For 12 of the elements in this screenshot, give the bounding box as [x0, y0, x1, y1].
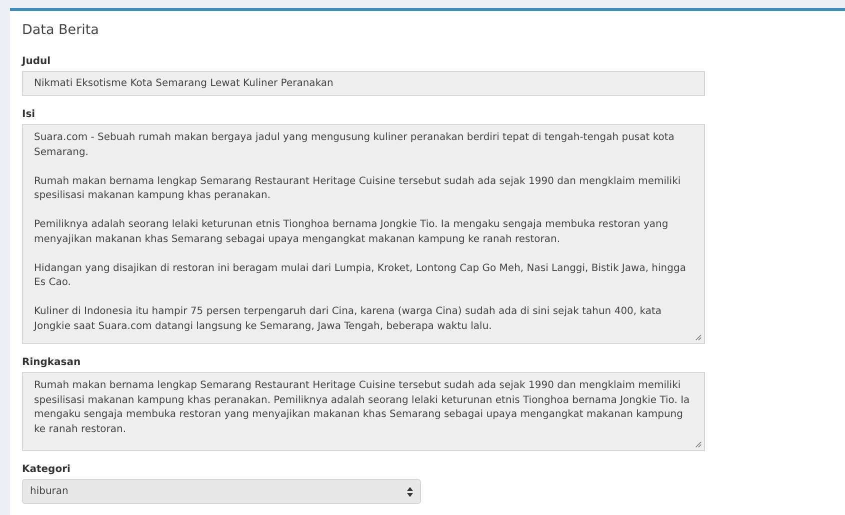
field-label: Judul: [22, 55, 51, 69]
field-label: Ringkasan: [22, 356, 81, 370]
text-area[interactable]: Rumah makan bernama lengkap Semarang Restaurant Heritage Cuisine tersebut sudah ada sejak 1990 dan mengklaim memiliki spesilisasi makanan kampung khas peranakan. Pemiliknya adalah seorang lelaki keturunan etnis Tionghoa bernama Jongkie Tio. Ia mengaku sengaja membuka restoran yang menyajikan makanan khas Semarang sebagai upaya mengangkat makanan kampung ke ranah restoran.: [22, 372, 705, 451]
input-field[interactable]: Nikmati Eksotisme Kota Semarang Lewat Kuliner Peranakan: [22, 71, 705, 96]
category-select[interactable]: hiburan: [22, 479, 421, 504]
resize-handle-icon[interactable]: [695, 441, 702, 448]
field-label: Kategori: [22, 463, 70, 477]
resize-handle-icon[interactable]: [695, 334, 702, 341]
up-down-arrows-icon: [407, 486, 413, 496]
field-label: Isi: [22, 108, 36, 122]
text-area[interactable]: Suara.com - Sebuah rumah makan bergaya jadul yang mengusung kuliner peranakan berdiri tepat di tengah-tengah pusat kota Semarang. Rumah makan bernama lengkap Semarang Restaurant Heritage Cuisine tersebut sudah ada sejak 1990 dan mengklaim memiliki spesilisasi makanan kampung khas peranakan. Pemiliknya adalah seorang lelaki keturunan etnis Tionghoa bernama Jongkie Tio. Ia mengaku sengaja membuka restoran yang menyajikan makanan khas Semarang sebagai upaya mengangkat makanan kampung ke ranah restoran. Hidangan yang disajikan di restoran ini beragam mulai dari Lumpia, Kroket, Lontong Cap Go Meh, Nasi Langgi, Bistik Jawa, hingga Es Cao. Kuliner di Indonesia itu hampir 75 persen terpengaruh dari Cina, karena (warga Cina) sudah ada di sini sejak tahun 400, kata Jongkie saat Suara.com datangi langsung ke Semarang, Jawa Tengah, beberapa waktu lalu.: [22, 124, 705, 344]
panel-title: Data Berita: [22, 21, 99, 39]
